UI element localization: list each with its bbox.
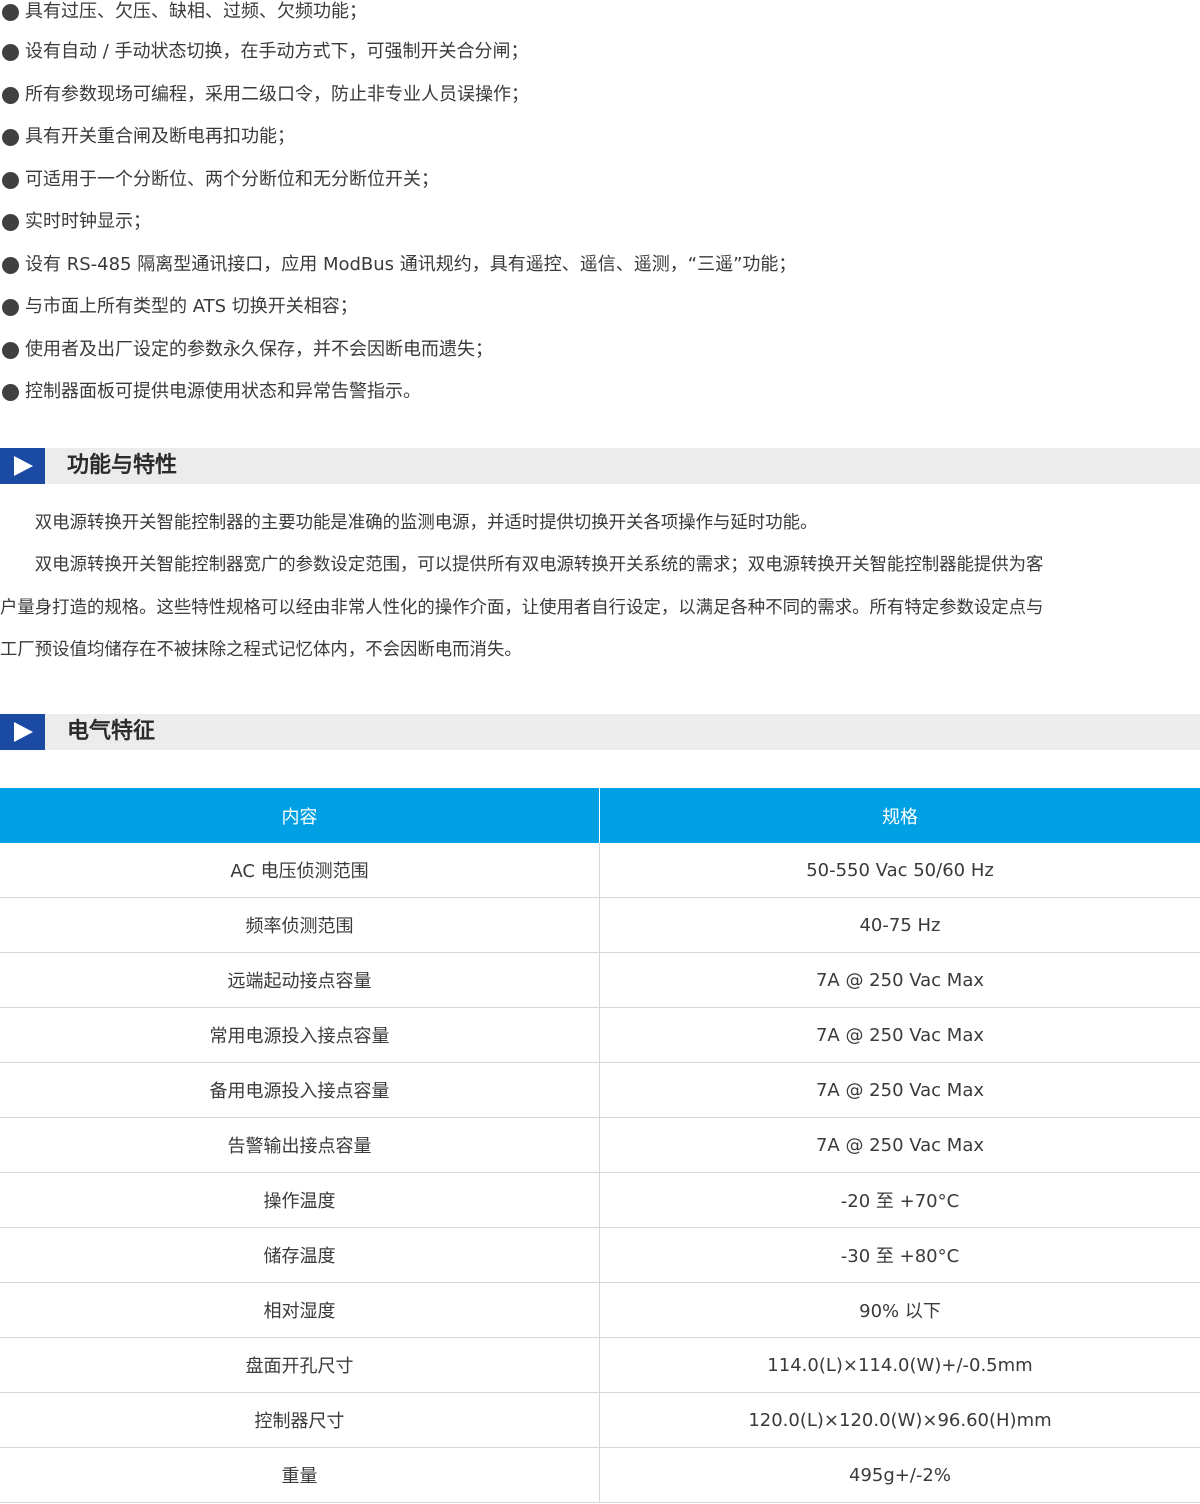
bullet-icon [2, 128, 19, 146]
table-cell-spec: 7A @ 250 Vac Max [815, 1134, 985, 1156]
table-cell-item: 频率侦测范围 [0, 898, 600, 952]
bullet-icon [2, 171, 19, 189]
table-cell-item: 常用电源投入接点容量 [0, 1008, 600, 1062]
feature-item: 实时时钟显示； [0, 210, 151, 234]
table-row: 频率侦测范围 40-75 Hz [0, 898, 1200, 953]
spec-table: 内容 规格 AC 电压侦测范围 50-550 Vac 50/60 Hz 频率侦测… [0, 788, 1200, 1503]
table-row: 操作温度 -20 至 +70°C [0, 1173, 1200, 1228]
table-cell-item: 盘面开孔尺寸 [0, 1338, 600, 1392]
section-title: 电气特征 [67, 719, 156, 744]
feature-item: 设有自动 / 手动状态切换，在手动方式下，可强制开关合分闸； [0, 40, 529, 64]
feature-text: 设有 RS-485 隔离型通讯接口，应用 ModBus 通讯规约，具有遥控、遥信… [25, 254, 797, 275]
table-cell-spec: 7A @ 250 Vac Max [815, 1024, 985, 1046]
table-row: 告警输出接点容量 7A @ 250 Vac Max [0, 1118, 1200, 1173]
feature-item: 具有过压、欠压、缺相、过频、欠频功能； [0, 0, 367, 24]
paragraph-line: 双电源转换开关智能控制器宽广的参数设定范围，可以提供所有双电源转换开关系统的需求… [0, 555, 1044, 575]
paragraph-line: 户量身打造的规格。这些特性规格可以经由非常人性化的操作介面，让使用者自行设定，以… [0, 598, 1044, 618]
feature-text: 可适用于一个分断位、两个分断位和无分断位开关； [25, 169, 439, 190]
table-row: 储存温度 -30 至 +80°C [0, 1228, 1200, 1283]
feature-item: 具有开关重合闸及断电再扣功能； [0, 125, 295, 149]
table-cell-spec: -20 至 +70°C [840, 1191, 960, 1212]
table-header-cell: 规格 [882, 806, 918, 828]
table-cell-item: 重量 [0, 1448, 600, 1502]
feature-item: 所有参数现场可编程，采用二级口令，防止非专业人员误操作； [0, 83, 529, 107]
bullet-icon [2, 383, 19, 401]
feature-text: 具有过压、欠压、缺相、过频、欠频功能； [25, 1, 367, 22]
table-header-row: 内容 规格 [0, 788, 1200, 843]
table-row: AC 电压侦测范围 50-550 Vac 50/60 Hz [0, 843, 1200, 898]
table-row: 远端起动接点容量 7A @ 250 Vac Max [0, 953, 1200, 1008]
feature-text: 控制器面板可提供电源使用状态和异常告警指示。 [25, 381, 421, 402]
table-cell-spec: 90% 以下 [859, 1301, 941, 1322]
table-cell-item: 相对湿度 [0, 1283, 600, 1337]
feature-text: 与市面上所有类型的 ATS 切换开关相容； [25, 296, 358, 317]
bullet-icon [2, 86, 19, 104]
table-cell-spec: 40-75 Hz [859, 914, 941, 936]
section-header-electrical: 电气特征 [0, 714, 1200, 750]
table-cell-spec: 114.0(L)×114.0(W)+/-0.5mm [767, 1354, 1033, 1376]
feature-item: 控制器面板可提供电源使用状态和异常告警指示。 [0, 380, 421, 404]
table-cell-spec: 495g+/-2% [849, 1464, 951, 1486]
feature-text: 具有开关重合闸及断电再扣功能； [25, 126, 295, 147]
feature-item: 与市面上所有类型的 ATS 切换开关相容； [0, 295, 358, 319]
play-triangle-icon [0, 448, 45, 484]
table-cell-spec: -30 至 +80°C [840, 1246, 960, 1267]
paragraph-line: 工厂预设值均储存在不被抹除之程式记忆体内，不会因断电而消失。 [0, 640, 522, 660]
table-cell-spec: 7A @ 250 Vac Max [815, 1079, 985, 1101]
feature-text: 设有自动 / 手动状态切换，在手动方式下，可强制开关合分闸； [25, 41, 529, 62]
table-row: 相对湿度 90% 以下 [0, 1283, 1200, 1338]
table-cell-item: 操作温度 [0, 1173, 600, 1227]
feature-text: 所有参数现场可编程，采用二级口令，防止非专业人员误操作； [25, 84, 529, 105]
section-header-features: 功能与特性 [0, 448, 1200, 484]
table-row: 控制器尺寸 120.0(L)×120.0(W)×96.60(H)mm [0, 1393, 1200, 1448]
table-cell-spec: 7A @ 250 Vac Max [815, 969, 985, 991]
play-triangle-icon [0, 714, 45, 750]
section-title: 功能与特性 [67, 453, 178, 478]
feature-item: 可适用于一个分断位、两个分断位和无分断位开关； [0, 168, 439, 192]
feature-text: 实时时钟显示； [25, 211, 151, 232]
table-header-cell: 内容 [0, 788, 600, 843]
feature-text: 使用者及出厂设定的参数永久保存，并不会因断电而遗失； [25, 339, 493, 360]
table-row: 盘面开孔尺寸 114.0(L)×114.0(W)+/-0.5mm [0, 1338, 1200, 1393]
paragraph-line: 双电源转换开关智能控制器的主要功能是准确的监测电源，并适时提供切换开关各项操作与… [0, 513, 818, 533]
table-cell-spec: 120.0(L)×120.0(W)×96.60(H)mm [748, 1409, 1052, 1431]
table-row: 重量 495g+/-2% [0, 1448, 1200, 1503]
table-cell-item: 控制器尺寸 [0, 1393, 600, 1447]
table-cell-spec: 50-550 Vac 50/60 Hz [806, 859, 994, 881]
bullet-icon [2, 298, 19, 316]
table-cell-item: 告警输出接点容量 [0, 1118, 600, 1172]
table-cell-item: 储存温度 [0, 1228, 600, 1282]
bullet-icon [2, 3, 19, 21]
table-cell-item: 远端起动接点容量 [0, 953, 600, 1007]
feature-item: 使用者及出厂设定的参数永久保存，并不会因断电而遗失； [0, 338, 493, 362]
table-cell-item: 备用电源投入接点容量 [0, 1063, 600, 1117]
bullet-icon [2, 43, 19, 61]
bullet-icon [2, 341, 19, 359]
table-cell-item: AC 电压侦测范围 [0, 843, 600, 897]
bullet-icon [2, 256, 19, 274]
bullet-icon [2, 213, 19, 231]
table-row: 备用电源投入接点容量 7A @ 250 Vac Max [0, 1063, 1200, 1118]
feature-item: 设有 RS-485 隔离型通讯接口，应用 ModBus 通讯规约，具有遥控、遥信… [0, 253, 796, 277]
table-row: 常用电源投入接点容量 7A @ 250 Vac Max [0, 1008, 1200, 1063]
